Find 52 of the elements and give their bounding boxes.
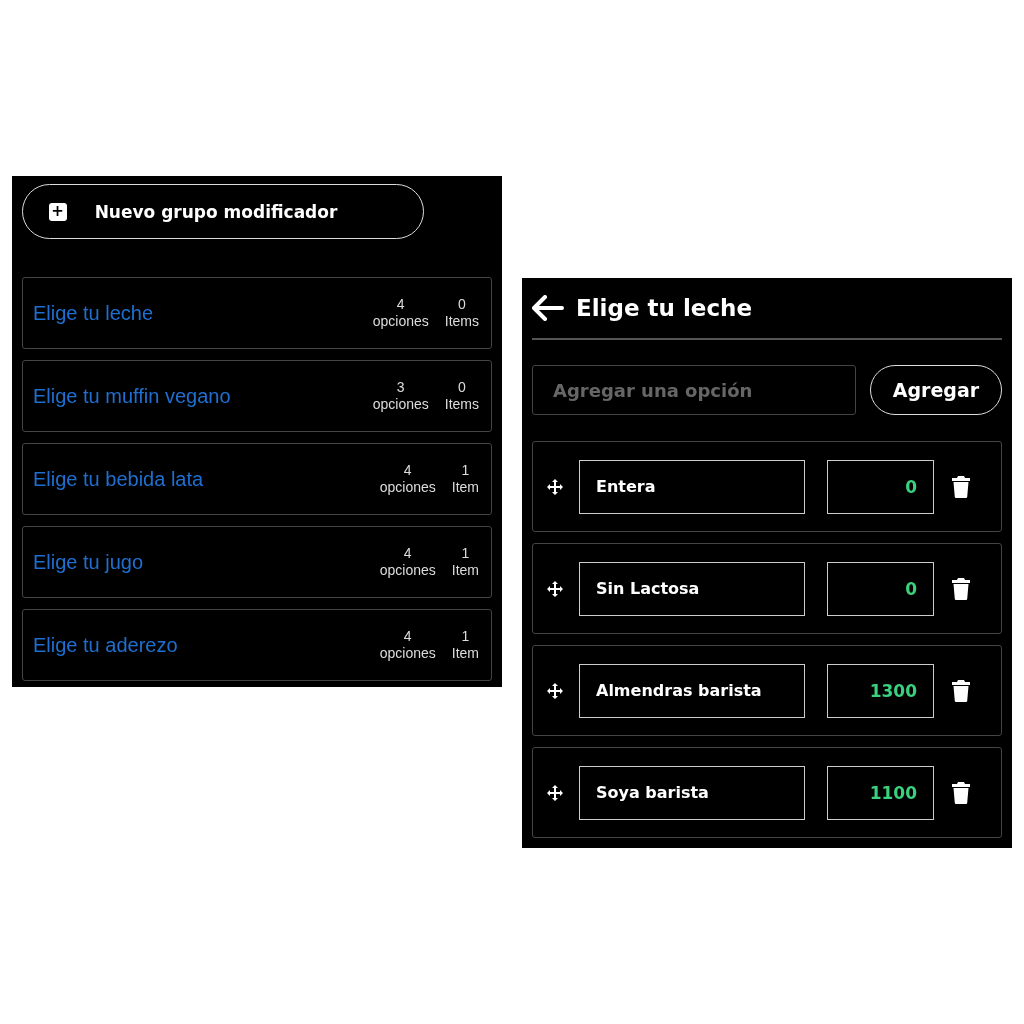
items-count: 0	[458, 379, 466, 396]
option-name-field[interactable]: Soya barista	[579, 765, 805, 820]
items-label: Item	[451, 479, 479, 496]
options-label: opciones	[372, 313, 429, 330]
group-name: Elige tu muffin vegano	[33, 384, 232, 408]
group-name: Elige tu bebida lata	[33, 467, 205, 491]
add-button[interactable]: Agregar	[870, 365, 1002, 415]
items-label: Item	[451, 645, 479, 662]
group-card[interactable]: Elige tu aderezo 4 opciones 1 Item	[22, 609, 492, 681]
move-icon[interactable]	[547, 580, 563, 597]
options-label: opciones	[372, 396, 429, 413]
option-name-field[interactable]: Almendras barista	[579, 663, 805, 718]
items-count: 1	[461, 628, 470, 645]
options-count: 4	[403, 462, 412, 479]
options-count: 4	[396, 296, 405, 313]
options-count: 4	[403, 628, 412, 645]
options-label: opciones	[379, 645, 436, 662]
trash-icon[interactable]	[952, 781, 970, 804]
group-card[interactable]: Elige tu leche 4 opciones 0 Items	[22, 277, 492, 349]
options-label: opciones	[379, 562, 436, 579]
trash-icon[interactable]	[952, 577, 970, 600]
options-label: opciones	[379, 479, 436, 496]
price-field[interactable]: 1100	[827, 765, 934, 820]
items-count: 1	[461, 462, 470, 479]
option-name-field[interactable]: Entera	[579, 459, 805, 514]
price-field[interactable]: 1300	[827, 663, 934, 718]
group-name: Elige tu aderezo	[33, 633, 179, 657]
items-count: 0	[458, 296, 466, 313]
trash-icon[interactable]	[952, 679, 970, 702]
items-label: Items	[444, 313, 479, 330]
back-arrow-icon[interactable]	[532, 295, 564, 321]
trash-icon[interactable]	[952, 475, 970, 498]
items-label: Items	[444, 396, 479, 413]
group-card[interactable]: Elige tu bebida lata 4 opciones 1 Item	[22, 443, 492, 515]
move-icon[interactable]	[547, 478, 563, 495]
price-field[interactable]: 0	[827, 561, 934, 616]
group-card[interactable]: Elige tu jugo 4 opciones 1 Item	[22, 526, 492, 598]
new-group-button[interactable]: + Nuevo grupo modificador	[22, 184, 424, 239]
option-input-field[interactable]: Agregar una opción	[532, 365, 856, 415]
price-field[interactable]: 0	[827, 459, 934, 514]
group-name: Elige tu jugo	[33, 550, 145, 574]
move-icon[interactable]	[547, 784, 563, 801]
options-count: 3	[396, 379, 405, 396]
items-label: Item	[451, 562, 479, 579]
items-count: 1	[461, 545, 470, 562]
group-name: Elige tu leche	[33, 301, 155, 325]
move-icon[interactable]	[547, 682, 563, 699]
option-name-field[interactable]: Sin Lactosa	[579, 561, 805, 616]
options-count: 4	[403, 545, 412, 562]
plus-icon: +	[48, 202, 67, 221]
group-card[interactable]: Elige tu muffin vegano 3 opciones 0 Items	[22, 360, 492, 432]
panel-title: Elige tu leche	[576, 295, 752, 321]
